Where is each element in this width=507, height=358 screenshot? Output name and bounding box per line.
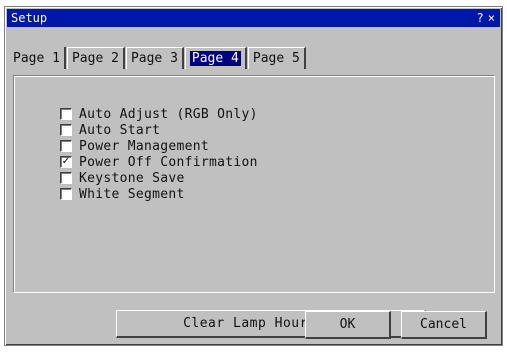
tab-page-3[interactable]: Page 3 — [125, 47, 184, 69]
checkbox[interactable] — [60, 172, 72, 184]
option-power-off-confirmation[interactable]: ✓ Power Off Confirmation — [60, 154, 258, 170]
checkbox[interactable] — [60, 124, 72, 136]
tab-page-4[interactable]: Page 4 — [184, 47, 247, 69]
option-label: Auto Start — [79, 122, 161, 138]
tab-page-5[interactable]: Page 5 — [247, 47, 306, 69]
option-white-segment[interactable]: White Segment — [60, 186, 258, 202]
option-label: White Segment — [79, 186, 185, 202]
title-bar[interactable]: Setup ? × — [7, 9, 500, 27]
option-label: Power Off Confirmation — [79, 154, 258, 170]
checkbox[interactable] — [60, 188, 72, 200]
tab-page-2[interactable]: Page 2 — [66, 47, 125, 69]
title-controls: ? × — [476, 11, 496, 25]
tab-bar: Page 1 Page 2 Page 3 Page 4 Page 5 — [9, 45, 307, 69]
window-title: Setup — [11, 11, 48, 25]
tab-panel: Auto Adjust (RGB Only) Auto Start Power … — [13, 75, 495, 338]
options-list: Auto Adjust (RGB Only) Auto Start Power … — [60, 106, 258, 202]
option-label: Auto Adjust (RGB Only) — [79, 106, 258, 122]
checkbox[interactable] — [60, 140, 72, 152]
close-icon[interactable]: × — [487, 11, 496, 25]
checkbox[interactable] — [60, 108, 72, 120]
checkbox[interactable]: ✓ — [60, 156, 72, 168]
option-auto-adjust[interactable]: Auto Adjust (RGB Only) — [60, 106, 258, 122]
setup-dialog: Setup ? × Page 1 Page 2 Page 3 Page 4 Pa… — [4, 6, 503, 346]
ok-button[interactable]: OK — [305, 311, 391, 339]
option-label: Keystone Save — [79, 170, 185, 186]
cancel-button[interactable]: Cancel — [401, 311, 487, 339]
option-power-management[interactable]: Power Management — [60, 138, 258, 154]
option-label: Power Management — [79, 138, 210, 154]
help-icon[interactable]: ? — [476, 11, 485, 25]
tab-page-1[interactable]: Page 1 — [9, 47, 66, 69]
option-keystone-save[interactable]: Keystone Save — [60, 170, 258, 186]
option-auto-start[interactable]: Auto Start — [60, 122, 258, 138]
